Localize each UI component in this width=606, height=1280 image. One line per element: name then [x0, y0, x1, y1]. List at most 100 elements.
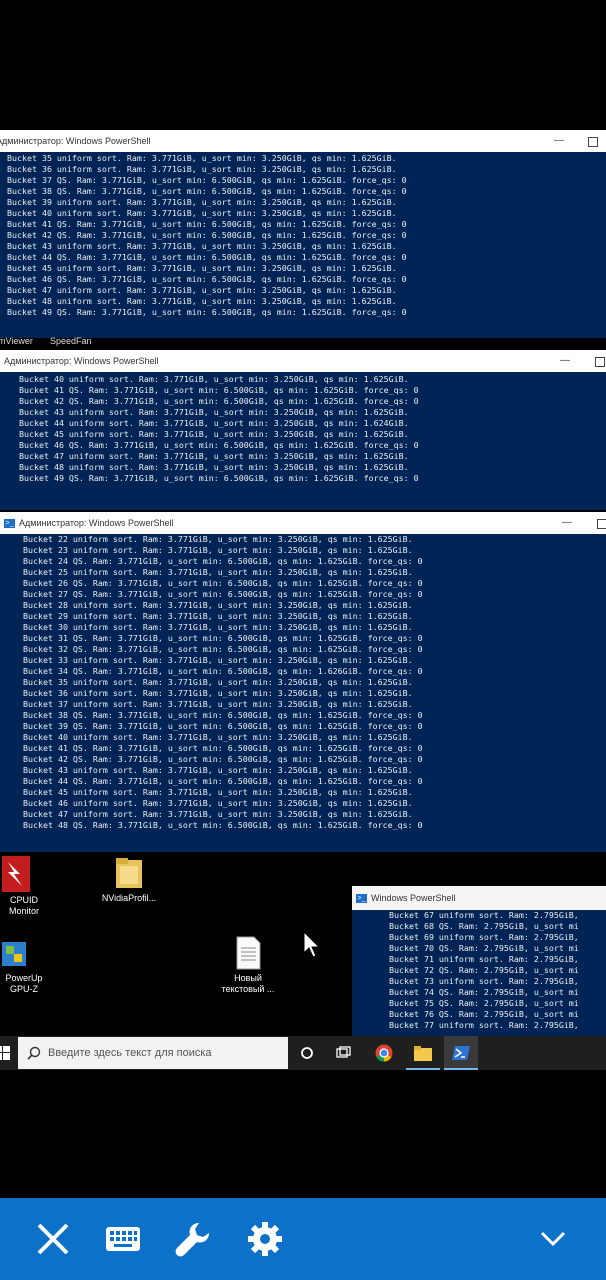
window-title: Администратор: Windows PowerShell: [0, 136, 151, 146]
taskbar-powershell[interactable]: [444, 1036, 478, 1070]
console-line: Bucket 39 uniform sort. Ram: 3.771GiB, u…: [0, 197, 397, 207]
console-line: Bucket 48 uniform sort. Ram: 3.771GiB, u…: [4, 462, 409, 472]
wrench-icon: [175, 1222, 210, 1257]
console-line: Bucket 26 QS. Ram: 3.771GiB, u_sort min:…: [8, 578, 423, 588]
taskbar-file-explorer[interactable]: [406, 1036, 440, 1070]
console-line: Bucket 49 QS. Ram: 3.771GiB, u_sort min:…: [4, 473, 419, 483]
keyboard-button[interactable]: [98, 1214, 148, 1264]
console-line: Bucket 75 QS. Ram: 2.795GiB, u_sort mi: [374, 998, 579, 1008]
desktop-icon-nvidia-profile[interactable]: NVidiaProfil...: [94, 856, 164, 904]
powershell-window-3[interactable]: >_ Администратор: Windows PowerShell — Bu…: [0, 512, 606, 852]
console-line: Bucket 36 uniform sort. Ram: 3.771GiB, u…: [0, 164, 397, 174]
desktop-icon-new-text-file[interactable]: Новый текстовый ...: [213, 936, 283, 995]
window-titlebar[interactable]: Администратор: Windows PowerShell —: [0, 130, 606, 152]
console-line: Bucket 37 uniform sort. Ram: 3.771GiB, u…: [8, 699, 413, 709]
console-line: Bucket 24 QS. Ram: 3.771GiB, u_sort min:…: [8, 556, 423, 566]
console-line: Bucket 35 uniform sort. Ram: 3.771GiB, u…: [0, 153, 397, 163]
console-line: Bucket 42 QS. Ram: 3.771GiB, u_sort min:…: [8, 754, 423, 764]
console-line: Bucket 38 QS. Ram: 3.771GiB, u_sort min:…: [0, 186, 407, 196]
taskbar-chrome[interactable]: [367, 1036, 401, 1070]
console-line: Bucket 23 uniform sort. Ram: 3.771GiB, u…: [8, 545, 413, 555]
console-line: Bucket 36 uniform sort. Ram: 3.771GiB, u…: [8, 688, 413, 698]
text-file-icon: [236, 936, 261, 970]
console-line: Bucket 33 uniform sort. Ram: 3.771GiB, u…: [8, 655, 413, 665]
powershell-icon: [452, 1046, 470, 1060]
console-line: Bucket 38 QS. Ram: 3.771GiB, u_sort min:…: [8, 710, 423, 720]
mouse-cursor-icon: [303, 931, 321, 958]
desktop-icon-cpuid-hwmonitor[interactable]: CPUID Monitor: [0, 856, 50, 917]
console-line: Bucket 39 QS. Ram: 3.771GiB, u_sort min:…: [8, 721, 423, 731]
console-line: Bucket 42 QS. Ram: 3.771GiB, u_sort min:…: [4, 396, 419, 406]
maximize-icon[interactable]: [588, 137, 598, 147]
console-line: Bucket 41 QS. Ram: 3.771GiB, u_sort min:…: [8, 743, 423, 753]
console-line: Bucket 43 uniform sort. Ram: 3.771GiB, u…: [0, 241, 397, 251]
console-line: Bucket 71 uniform sort. Ram: 2.795GiB,: [374, 954, 579, 964]
settings-button[interactable]: [240, 1214, 290, 1264]
console-output: Bucket 40 uniform sort. Ram: 3.771GiB, u…: [4, 374, 606, 484]
console-line: Bucket 41 QS. Ram: 3.771GiB, u_sort min:…: [4, 385, 419, 395]
tools-button[interactable]: [168, 1214, 218, 1264]
folder-icon: [414, 1045, 432, 1061]
powershell-window-1[interactable]: Администратор: Windows PowerShell — Buck…: [0, 130, 606, 338]
remote-desktop[interactable]: Администратор: Windows PowerShell — Buck…: [0, 128, 606, 1128]
console-line: Bucket 34 QS. Ram: 3.771GiB, u_sort min:…: [8, 666, 423, 676]
console-line: Bucket 43 uniform sort. Ram: 3.771GiB, u…: [8, 765, 413, 775]
icon-label-line2: Monitor: [8, 906, 39, 916]
close-icon: [37, 1223, 69, 1255]
console-line: Bucket 45 uniform sort. Ram: 3.771GiB, u…: [0, 263, 397, 273]
console-line: Bucket 27 QS. Ram: 3.771GiB, u_sort min:…: [8, 589, 423, 599]
console-line: Bucket 46 QS. Ram: 3.771GiB, u_sort min:…: [4, 440, 419, 450]
powershell-window-4[interactable]: >_ Windows PowerShell Bucket 67 uniform s…: [352, 886, 606, 1038]
task-view-icon: [336, 1046, 351, 1058]
console-line: Bucket 69 uniform sort. Ram: 2.795GiB,: [374, 932, 579, 942]
desktop-icon-powerup-gpuz[interactable]: PowerUp GPU-Z: [0, 940, 48, 995]
console-line: Bucket 35 uniform sort. Ram: 3.771GiB, u…: [8, 677, 413, 687]
maximize-icon[interactable]: [597, 519, 606, 529]
icon-label-line2: GPU-Z: [10, 984, 38, 994]
console-line: Bucket 40 uniform sort. Ram: 3.771GiB, u…: [8, 732, 413, 742]
window-title: >_ Windows PowerShell: [356, 886, 456, 910]
desktop-label-speedfan[interactable]: SpeedFan: [50, 333, 92, 349]
gear-icon: [248, 1222, 282, 1256]
task-view-button[interactable]: [327, 1036, 361, 1070]
console-line: Bucket 30 uniform sort. Ram: 3.771GiB, u…: [8, 622, 413, 632]
console-line: Bucket 67 uniform sort. Ram: 2.795GiB,: [374, 910, 579, 920]
icon-label: NVidiaProfil...: [101, 893, 157, 903]
desktop-label-strip: mViewer SpeedFan: [0, 333, 606, 349]
console-line: Bucket 70 QS. Ram: 2.795GiB, u_sort mi: [374, 943, 579, 953]
console-line: Bucket 48 uniform sort. Ram: 3.771GiB, u…: [0, 296, 397, 306]
minimize-icon[interactable]: —: [552, 130, 566, 152]
collapse-bar-button[interactable]: [528, 1214, 578, 1264]
icon-label-line1: PowerUp: [5, 973, 43, 983]
console-line: Bucket 40 uniform sort. Ram: 3.771GiB, u…: [4, 374, 409, 384]
taskbar: Введите здесь текст для поиска: [0, 1036, 606, 1070]
console-line: Bucket 44 QS. Ram: 3.771GiB, u_sort min:…: [8, 776, 423, 786]
console-line: Bucket 47 uniform sort. Ram: 3.771GiB, u…: [8, 809, 413, 819]
powershell-icon: >_: [4, 519, 15, 529]
window-titlebar[interactable]: Администратор: Windows PowerShell —: [0, 350, 606, 372]
console-line: Bucket 22 uniform sort. Ram: 3.771GiB, u…: [8, 534, 413, 544]
console-line: Bucket 37 QS. Ram: 3.771GiB, u_sort min:…: [0, 175, 407, 185]
console-line: Bucket 46 QS. Ram: 3.771GiB, u_sort min:…: [0, 274, 407, 284]
minimize-icon[interactable]: —: [560, 512, 574, 534]
window-titlebar[interactable]: >_ Администратор: Windows PowerShell —: [0, 512, 606, 534]
maximize-icon[interactable]: [595, 357, 605, 367]
start-button[interactable]: [0, 1036, 20, 1070]
taskbar-search-box[interactable]: Введите здесь текст для поиска: [18, 1037, 288, 1069]
console-line: Bucket 32 QS. Ram: 3.771GiB, u_sort min:…: [8, 644, 423, 654]
console-line: Bucket 72 QS. Ram: 2.795GiB, u_sort mi: [374, 965, 579, 975]
minimize-icon[interactable]: —: [558, 350, 572, 372]
console-output: Bucket 67 uniform sort. Ram: 2.795GiB, B…: [374, 910, 606, 1031]
console-output: Bucket 22 uniform sort. Ram: 3.771GiB, u…: [8, 534, 606, 831]
cortana-circle-icon: [301, 1047, 313, 1059]
console-line: Bucket 45 uniform sort. Ram: 3.771GiB, u…: [4, 429, 409, 439]
console-line: Bucket 25 uniform sort. Ram: 3.771GiB, u…: [8, 567, 413, 577]
desktop-label-mviewer[interactable]: mViewer: [0, 333, 33, 349]
disconnect-button[interactable]: [28, 1214, 78, 1264]
console-line: Bucket 68 QS. Ram: 2.795GiB, u_sort mi: [374, 921, 579, 931]
console-line: Bucket 47 uniform sort. Ram: 3.771GiB, u…: [4, 451, 409, 461]
folder-icon: [116, 858, 142, 888]
cortana-button[interactable]: [290, 1036, 324, 1070]
window-titlebar[interactable]: >_ Windows PowerShell: [352, 886, 606, 910]
powershell-window-2[interactable]: Администратор: Windows PowerShell — Buck…: [0, 350, 606, 510]
